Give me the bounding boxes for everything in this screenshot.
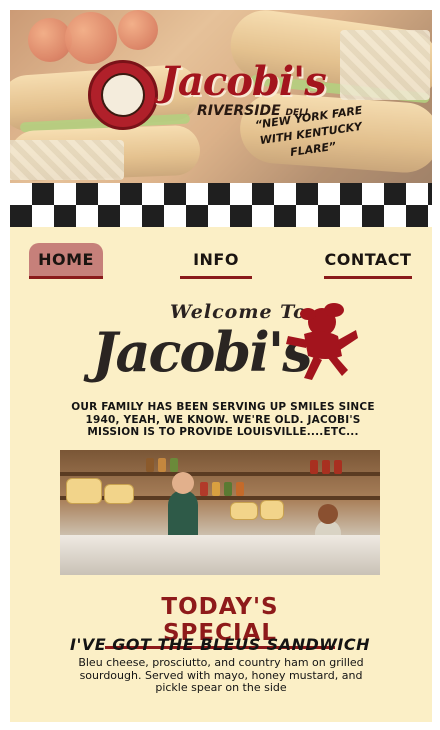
main-nav: HOME INFO CONTACT [10, 243, 432, 283]
running-mascot-icon [286, 303, 358, 380]
nav-home[interactable]: HOME [29, 243, 103, 279]
special-description: Bleu cheese, prosciutto, and country ham… [78, 656, 364, 694]
welcome-heading: Jacobi's [92, 320, 313, 384]
intro-paragraph: OUR FAMILY HAS BEEN SERVING UP SMILES SI… [71, 401, 375, 438]
hero-banner: Jacobi's RIVERSIDE DELI “NEW YORK FARE W… [10, 10, 432, 183]
special-name: I'VE GOT THE BLEUS SANDWICH [70, 635, 370, 654]
page: Jacobi's RIVERSIDE DELI “NEW YORK FARE W… [10, 10, 432, 722]
brand-name: Jacobi's [160, 58, 327, 105]
deli-counter-photo [60, 450, 380, 575]
nav-contact[interactable]: CONTACT [324, 243, 412, 279]
checkerboard-divider [10, 183, 432, 227]
chef-mascot-logo-icon[interactable] [88, 60, 158, 130]
nav-info[interactable]: INFO [180, 243, 252, 279]
